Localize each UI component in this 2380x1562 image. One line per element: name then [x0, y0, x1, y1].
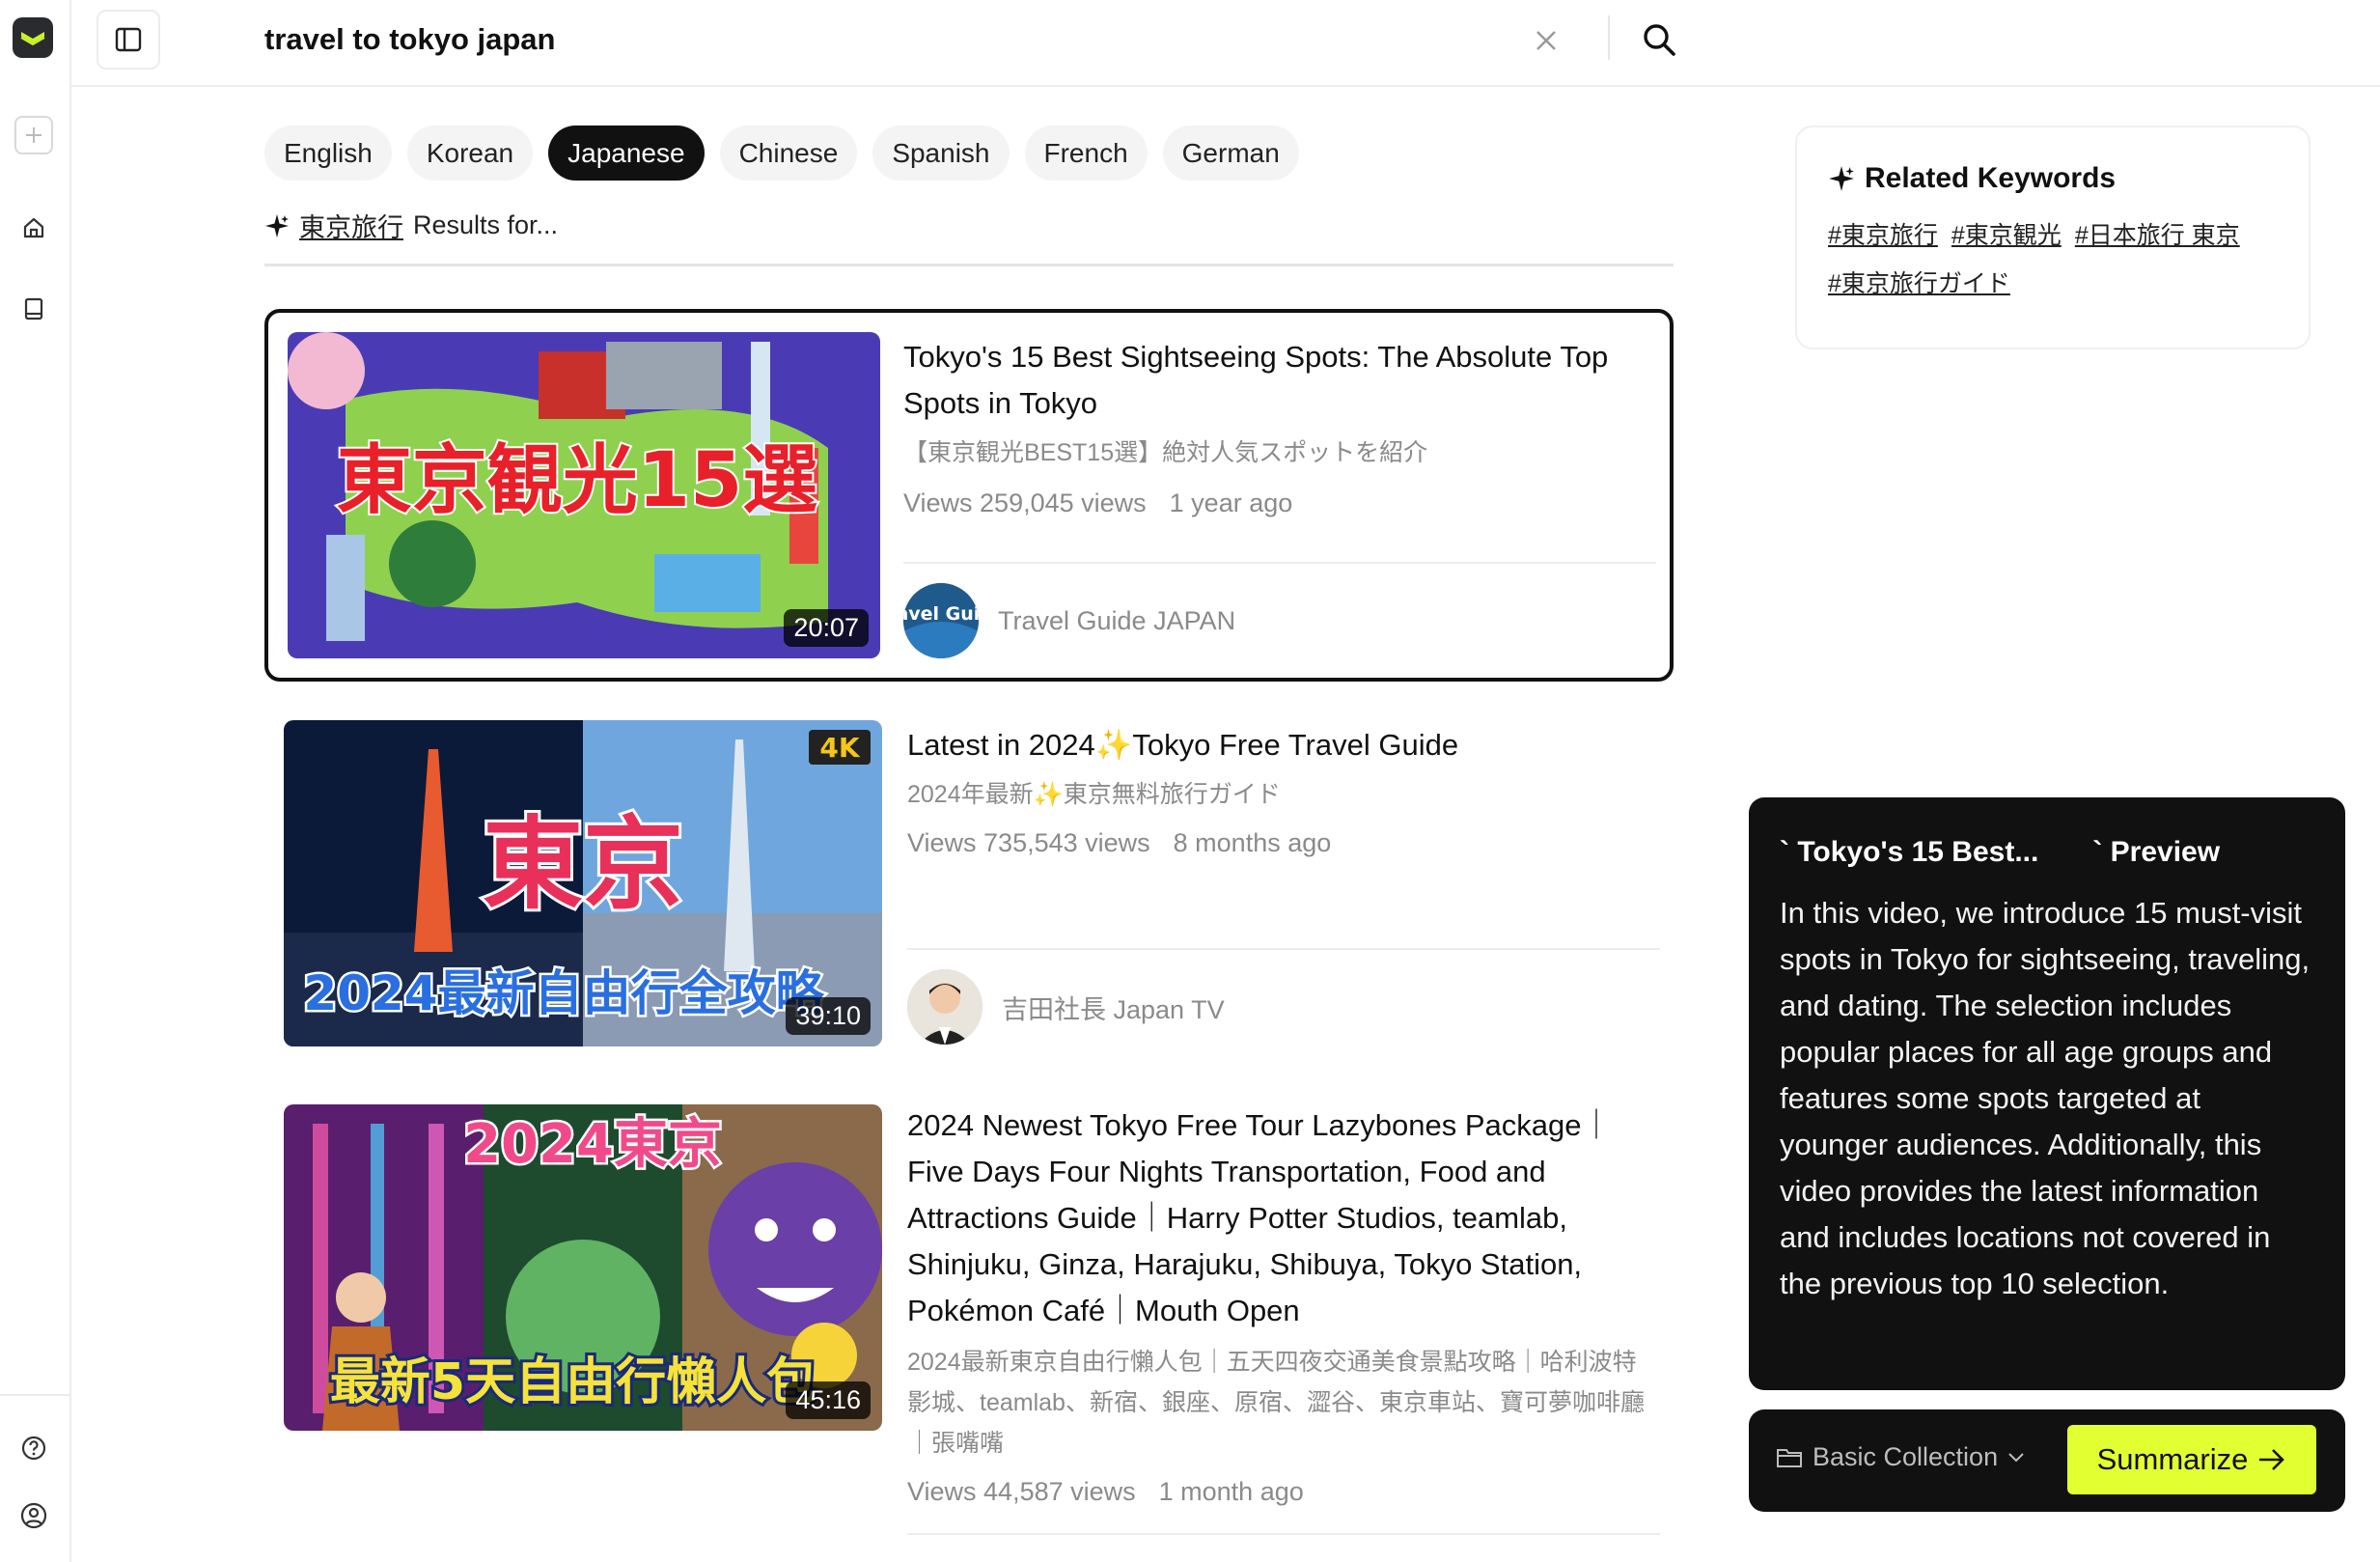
thumbnail-subtitle-text: 2024最新自由行全攻略: [303, 965, 824, 1021]
summarize-button[interactable]: Summarize: [2067, 1425, 2316, 1494]
duration-badge: 39:10: [786, 997, 871, 1035]
language-chip-japanese[interactable]: Japanese: [548, 126, 705, 181]
language-chip-french[interactable]: French: [1024, 126, 1148, 181]
video-stats: Views 735,543 views 8 months ago: [907, 828, 1331, 858]
duration-badge: 45:16: [786, 1381, 871, 1419]
avatar-text: Travel Guide: [903, 603, 979, 625]
keyword-tag[interactable]: #日本旅行 東京: [2075, 216, 2240, 251]
video-thumbnail[interactable]: 東京観光15選 20:07: [288, 332, 880, 658]
view-count: Views 259,045 views: [903, 488, 1147, 517]
left-rail: [0, 0, 71, 1562]
language-chip-german[interactable]: German: [1162, 126, 1299, 181]
language-chip-chinese[interactable]: Chinese: [719, 126, 858, 181]
sparkle-icon: [265, 213, 289, 237]
library-icon[interactable]: [14, 290, 53, 328]
thumbnail-title-text: 2024東京: [463, 1113, 722, 1176]
video-thumbnail[interactable]: 4K 東京 2024最新自由行全攻略 39:10: [284, 720, 882, 1046]
related-keywords-heading: Related Keywords: [1865, 162, 2117, 194]
video-card[interactable]: 4K 東京 2024最新自由行全攻略 39:10 Latest in 2024✨…: [264, 718, 1674, 1052]
language-chip-spanish[interactable]: Spanish: [872, 126, 1010, 181]
view-count: Views 44,587 views: [907, 1477, 1136, 1506]
channel-name[interactable]: 吉田社長 Japan TV: [1002, 989, 1225, 1026]
arrow-right-icon: [2259, 1449, 2285, 1470]
upload-age: 1 year ago: [1169, 488, 1293, 517]
preview-label: ` Preview: [2092, 836, 2221, 868]
help-icon[interactable]: [14, 1429, 53, 1467]
folder-icon: [1777, 1448, 1802, 1467]
thumbnail-title-text: 東京: [483, 805, 683, 923]
language-chip-english[interactable]: English: [264, 126, 392, 181]
sidebar-toggle-button[interactable]: [97, 10, 160, 70]
collection-label: Basic Collection: [1813, 1442, 1999, 1471]
video-stats: Views 259,045 views 1 year ago: [903, 488, 1292, 518]
top-bar: [71, 0, 2380, 87]
search-input[interactable]: [264, 17, 1037, 62]
preview-description: In this video, we introduce 15 must-visi…: [1780, 896, 2311, 1300]
video-card[interactable]: 2024東京 最新5天自由行懶人包 45:16 2024 Newest Toky…: [264, 1102, 1674, 1562]
duration-badge: 20:07: [784, 609, 869, 647]
results-for-line: 東京旅行 Results for...: [264, 207, 558, 244]
channel-name[interactable]: Travel Guide JAPAN: [998, 606, 1235, 636]
video-card[interactable]: 東京観光15選 20:07 Tokyo's 15 Best Sightseein…: [264, 309, 1674, 682]
thumbnail-subtitle-text: 最新5天自由行懶人包: [330, 1353, 816, 1411]
results-keyword-link[interactable]: 東京旅行: [299, 207, 403, 244]
channel-row[interactable]: Travel Guide Travel Guide JAPAN: [903, 583, 1235, 658]
preview-video-title: ` Tokyo's 15 Best...: [1780, 836, 2039, 868]
channel-avatar: [907, 969, 982, 1045]
new-tab-button[interactable]: [14, 116, 53, 154]
upload-age: 1 month ago: [1158, 1477, 1304, 1506]
video-title[interactable]: Tokyo's 15 Best Sightseeing Spots: The A…: [903, 334, 1656, 427]
keyword-tags: #東京旅行 #東京観光 #日本旅行 東京 #東京旅行ガイド: [1828, 216, 2278, 299]
resolution-badge: 4K: [819, 732, 860, 764]
home-icon[interactable]: [14, 209, 53, 247]
video-thumbnail[interactable]: 2024東京 最新5天自由行懶人包 45:16: [284, 1104, 882, 1431]
keyword-tag[interactable]: #東京観光: [1951, 216, 2062, 251]
collection-select[interactable]: Basic Collection: [1776, 1442, 2025, 1472]
video-title[interactable]: Latest in 2024✨Tokyo Free Travel Guide: [907, 722, 1660, 768]
upload-age: 8 months ago: [1173, 828, 1332, 857]
video-subtitle: 2024年最新✨東京無料旅行ガイド: [907, 781, 1281, 808]
video-title[interactable]: 2024 Newest Tokyo Free Tour Lazybones Pa…: [907, 1102, 1650, 1334]
thumbnail-title-text: 東京観光15選: [337, 437, 818, 524]
related-keywords-panel: Related Keywords #東京旅行 #東京観光 #日本旅行 東京 #東…: [1795, 126, 2311, 349]
keyword-tag[interactable]: #東京旅行ガイド: [1828, 265, 2010, 299]
action-bar: Basic Collection Summarize: [1749, 1409, 2345, 1512]
account-icon[interactable]: [14, 1496, 53, 1535]
app-logo[interactable]: [13, 17, 53, 58]
video-subtitle: 2024最新東京自由行懶人包｜五天四夜交通美食景點攻略｜哈利波特影城、teaml…: [907, 1349, 1645, 1457]
view-count: Views 735,543 views: [907, 828, 1150, 857]
results-for-text: Results for...: [413, 210, 559, 239]
keyword-tag[interactable]: #東京旅行: [1828, 216, 1938, 251]
summarize-label: Summarize: [2096, 1442, 2249, 1476]
video-stats: Views 44,587 views 1 month ago: [907, 1477, 1304, 1507]
sparkle-icon: [1829, 166, 1854, 191]
chevron-down-icon: [2008, 1452, 2024, 1462]
preview-panel: ` Tokyo's 15 Best... ` Preview In this v…: [1749, 797, 2345, 1390]
language-chip-korean[interactable]: Korean: [406, 126, 534, 181]
language-filter: English Korean Japanese Chinese Spanish …: [264, 126, 1299, 181]
clear-search-icon[interactable]: [1525, 19, 1567, 62]
channel-row[interactable]: 吉田社長 Japan TV: [907, 969, 1225, 1045]
video-subtitle: 【東京観光BEST15選】絶対人気スポットを紹介: [903, 439, 1428, 466]
search-icon[interactable]: [1637, 17, 1681, 62]
channel-avatar: Travel Guide: [903, 583, 979, 658]
